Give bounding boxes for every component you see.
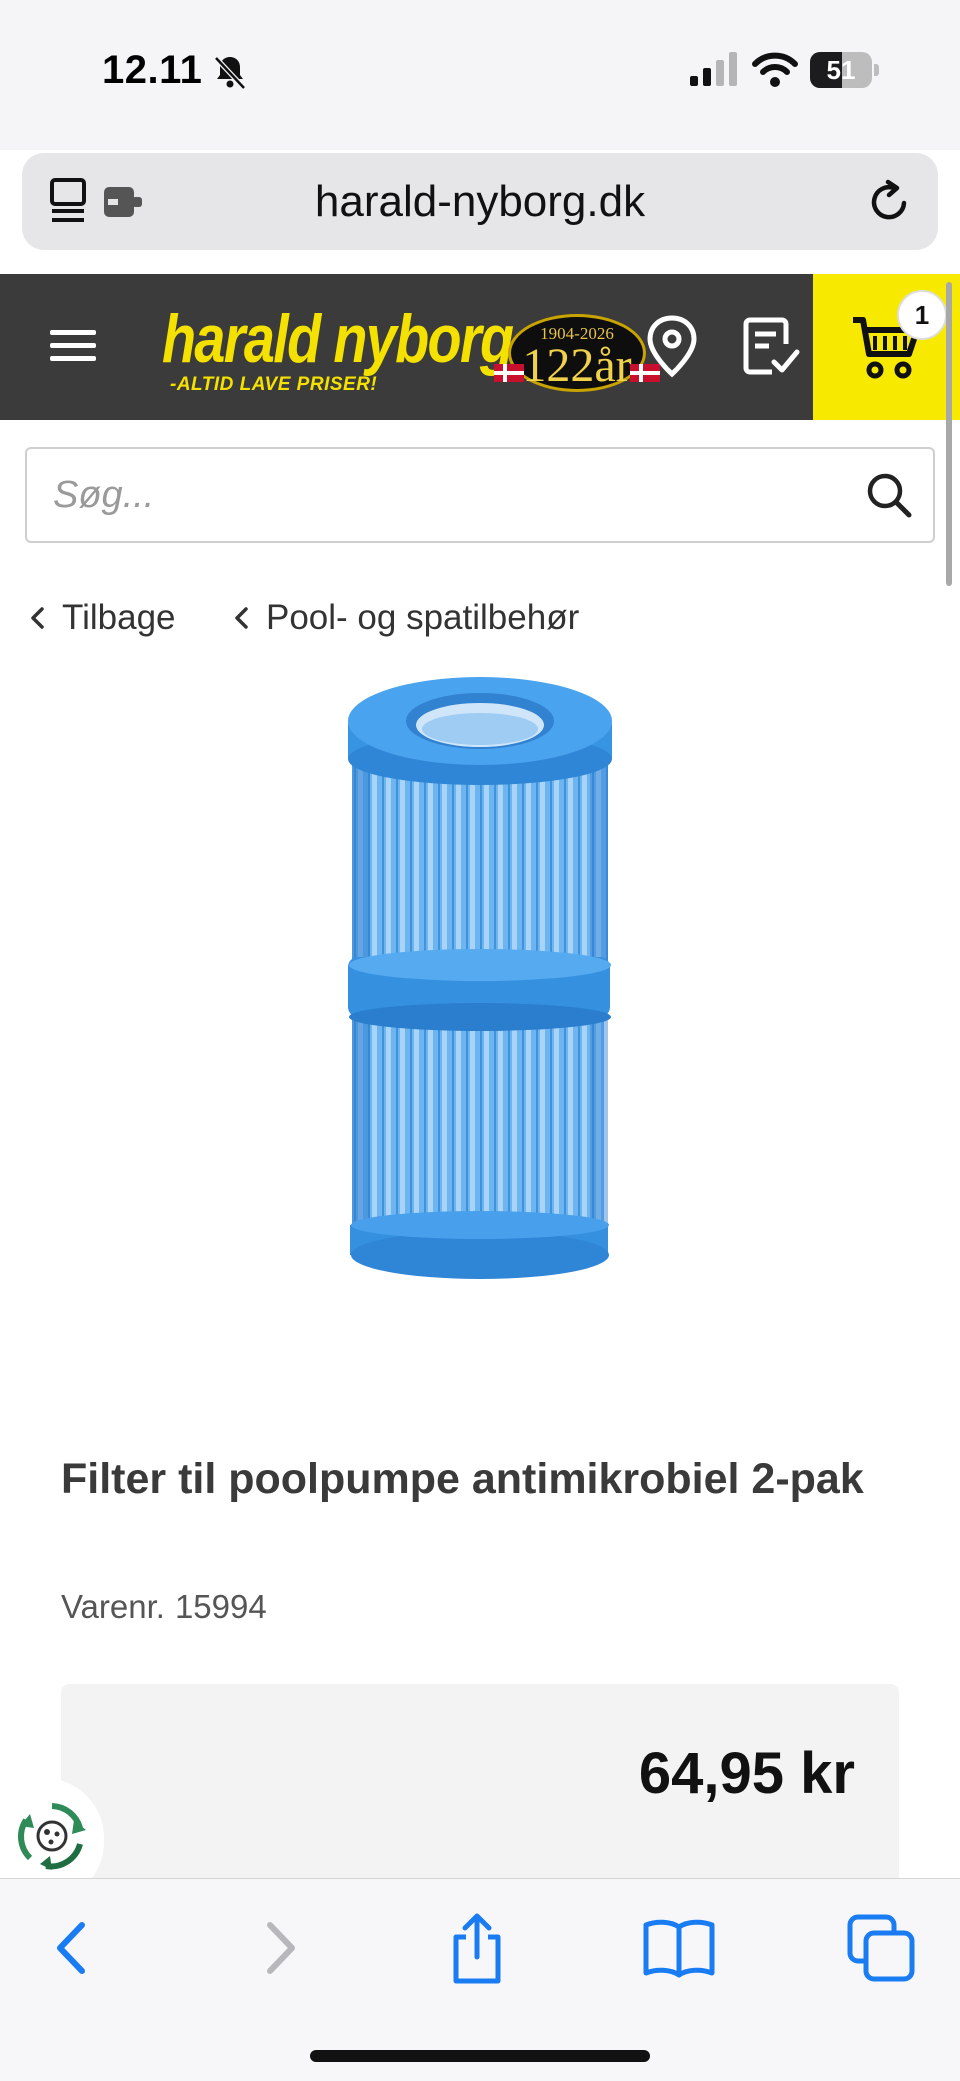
home-indicator[interactable] xyxy=(310,2050,650,2062)
wifi-icon xyxy=(752,52,798,87)
back-link[interactable]: Tilbage xyxy=(26,590,176,646)
category-link[interactable]: Pool- og spatilbehør xyxy=(230,590,579,646)
anniversary-badge: 1904-2026 122år xyxy=(494,314,660,394)
product-title: Filter til poolpumpe antimikrobiel 2-pak xyxy=(61,1455,864,1503)
url-text[interactable]: harald-nyborg.dk xyxy=(22,153,938,250)
category-link-label: Pool- og spatilbehør xyxy=(266,598,580,637)
sku-label: Varenr. xyxy=(61,1588,165,1625)
logo-text: harald nyborg xyxy=(162,301,514,377)
search-placeholder: Søg... xyxy=(53,474,155,516)
back-link-label: Tilbage xyxy=(62,598,176,637)
page-scrollbar[interactable] xyxy=(946,282,952,586)
battery-level: 51 xyxy=(826,55,856,85)
cart-count-badge: 1 xyxy=(897,290,947,340)
anniversary-number: 122år xyxy=(522,339,632,392)
breadcrumb: Tilbage Pool- og spatilbehør xyxy=(26,590,926,646)
reload-icon[interactable] xyxy=(864,177,914,227)
battery-icon: 51 xyxy=(810,52,880,88)
menu-icon[interactable] xyxy=(50,326,98,366)
tabs-overview-icon[interactable] xyxy=(844,1911,918,1985)
address-bar[interactable]: harald-nyborg.dk xyxy=(22,153,938,250)
cart-button[interactable]: 1 xyxy=(813,274,960,420)
cellular-signal-icon xyxy=(690,52,737,86)
product-price: 64,95 kr xyxy=(638,1741,855,1806)
shopping-list-icon[interactable] xyxy=(742,316,800,378)
share-icon[interactable] xyxy=(440,1911,514,1985)
chevron-left-icon xyxy=(235,607,248,629)
product-image[interactable] xyxy=(330,665,630,1280)
bell-muted-icon xyxy=(214,56,246,90)
status-time: 12.11 xyxy=(102,48,203,92)
search-field[interactable]: Søg... xyxy=(25,447,935,543)
bookmarks-icon[interactable] xyxy=(642,1911,716,1985)
product-sku: Varenr. 15994 xyxy=(61,1588,267,1626)
sku-value: 15994 xyxy=(174,1588,267,1625)
forward-icon[interactable] xyxy=(242,1911,316,1985)
site-logo[interactable]: harald nyborg -ALTID LAVE PRISER! xyxy=(158,298,514,398)
location-pin-icon[interactable] xyxy=(644,314,700,380)
recycle-icon xyxy=(18,1803,86,1870)
logo-tagline: -ALTID LAVE PRISER! xyxy=(170,374,378,395)
search-icon[interactable] xyxy=(865,471,913,519)
chevron-left-icon xyxy=(31,607,44,629)
flag-icon xyxy=(494,364,524,382)
status-bar: 12.11 51 xyxy=(0,0,960,150)
site-header: harald nyborg -ALTID LAVE PRISER! 1904-2… xyxy=(0,274,960,420)
back-icon[interactable] xyxy=(36,1911,110,1985)
